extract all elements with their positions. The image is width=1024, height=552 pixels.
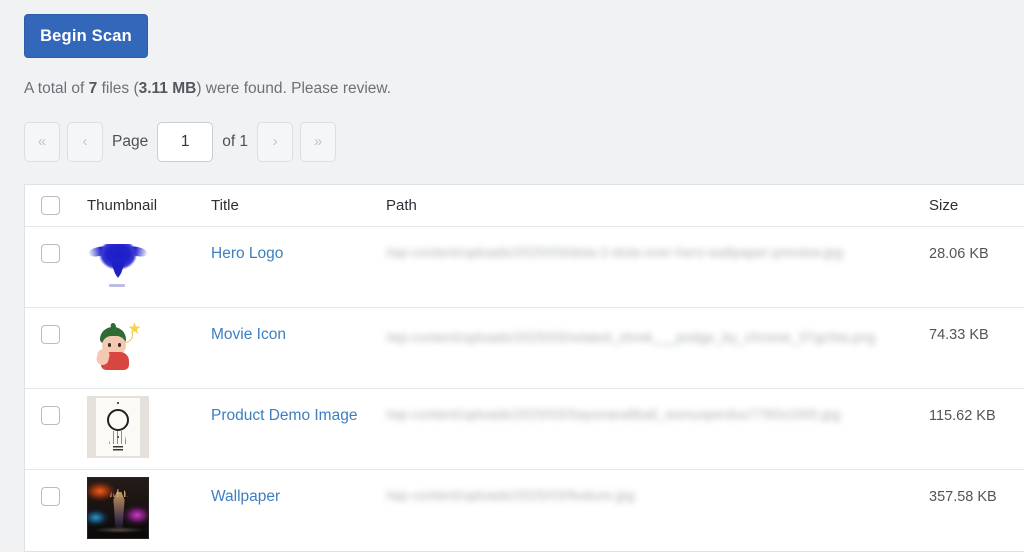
- row-checkbox[interactable]: [41, 244, 60, 263]
- row-thumbnail-cell: [81, 308, 211, 377]
- row-select-cell: [25, 227, 81, 263]
- summary-total-size: 3.11 MB: [139, 80, 197, 97]
- row-select-cell: [25, 470, 81, 506]
- file-size-text: 28.06 KB: [929, 246, 989, 262]
- row-checkbox[interactable]: [41, 487, 60, 506]
- file-path-text: /wp-content/uploads/2025/03/Sayonara8bal…: [386, 407, 929, 422]
- file-path-text: /wp-content/uploads/2025/03/dota-2-dota-…: [386, 245, 929, 260]
- file-size-text: 74.33 KB: [929, 327, 989, 343]
- row-size-cell: 357.58 KB: [929, 470, 1024, 506]
- pagination-controls[interactable]: « ‹ Page of 1 › »: [24, 122, 343, 162]
- row-size-cell: 28.06 KB: [929, 227, 1024, 263]
- row-select-cell: [25, 389, 81, 425]
- row-path-cell: /wp-content/uploads/2025/03/Sayonara8bal…: [386, 389, 929, 422]
- column-header-title: Title: [211, 197, 386, 214]
- row-path-cell: /wp-content/uploads/2025/03/feature.jpg: [386, 470, 929, 503]
- file-path-text: /wp-content/uploads/2025/03/related_shre…: [386, 326, 929, 351]
- hero-logo-thumbnail: [87, 234, 149, 296]
- summary-suffix: ) were found. Please review.: [196, 80, 391, 97]
- table-header-row: Thumbnail Title Path Size: [25, 185, 1024, 227]
- row-thumbnail-cell: [81, 227, 211, 296]
- last-page-button[interactable]: »: [300, 122, 336, 162]
- file-path-text: /wp-content/uploads/2025/03/feature.jpg: [386, 488, 929, 503]
- table-row: Product Demo Image /wp-content/uploads/2…: [25, 389, 1024, 470]
- select-all-checkbox[interactable]: [41, 196, 60, 215]
- file-title-link[interactable]: Hero Logo: [211, 245, 283, 262]
- row-title-cell: Movie Icon: [211, 308, 386, 344]
- table-row: Movie Icon /wp-content/uploads/2025/03/r…: [25, 308, 1024, 389]
- column-header-path: Path: [386, 197, 929, 214]
- row-path-cell: /wp-content/uploads/2025/03/related_shre…: [386, 308, 929, 351]
- row-title-cell: Wallpaper: [211, 470, 386, 506]
- product-demo-thumbnail: [87, 396, 149, 458]
- file-title-link[interactable]: Wallpaper: [211, 488, 280, 505]
- summary-file-count: 7: [89, 80, 98, 97]
- file-size-text: 357.58 KB: [929, 489, 997, 505]
- column-header-thumbnail: Thumbnail: [81, 197, 211, 214]
- table-row: Wallpaper /wp-content/uploads/2025/03/fe…: [25, 470, 1024, 551]
- wallpaper-thumbnail: [87, 477, 149, 539]
- select-all-cell: [25, 196, 81, 215]
- column-header-size: Size: [929, 197, 1024, 214]
- file-title-link[interactable]: Movie Icon: [211, 326, 286, 343]
- row-thumbnail-cell: [81, 389, 211, 458]
- row-checkbox[interactable]: [41, 325, 60, 344]
- page-total-label: of 1: [222, 133, 248, 151]
- row-size-cell: 74.33 KB: [929, 308, 1024, 344]
- file-title-link[interactable]: Product Demo Image: [211, 407, 357, 424]
- row-title-cell: Product Demo Image: [211, 389, 386, 425]
- summary-middle: files (: [97, 80, 138, 97]
- page-number-input[interactable]: [157, 122, 213, 162]
- scan-summary-text: A total of 7 files (3.11 MB) were found.…: [24, 80, 391, 98]
- row-title-cell: Hero Logo: [211, 227, 386, 263]
- row-select-cell: [25, 308, 81, 344]
- page-label: Page: [112, 133, 148, 151]
- previous-page-button[interactable]: ‹: [67, 122, 103, 162]
- file-size-text: 115.62 KB: [929, 408, 996, 424]
- row-path-cell: /wp-content/uploads/2025/03/dota-2-dota-…: [386, 227, 929, 260]
- row-checkbox[interactable]: [41, 406, 60, 425]
- begin-scan-button[interactable]: Begin Scan: [24, 14, 148, 58]
- next-page-button[interactable]: ›: [257, 122, 293, 162]
- summary-prefix: A total of: [24, 80, 89, 97]
- table-row: Hero Logo /wp-content/uploads/2025/03/do…: [25, 227, 1024, 308]
- first-page-button[interactable]: «: [24, 122, 60, 162]
- movie-icon-thumbnail: [87, 315, 149, 377]
- files-table: Thumbnail Title Path Size Hero Logo /wp-…: [24, 184, 1024, 552]
- row-size-cell: 115.62 KB: [929, 389, 1024, 425]
- row-thumbnail-cell: [81, 470, 211, 539]
